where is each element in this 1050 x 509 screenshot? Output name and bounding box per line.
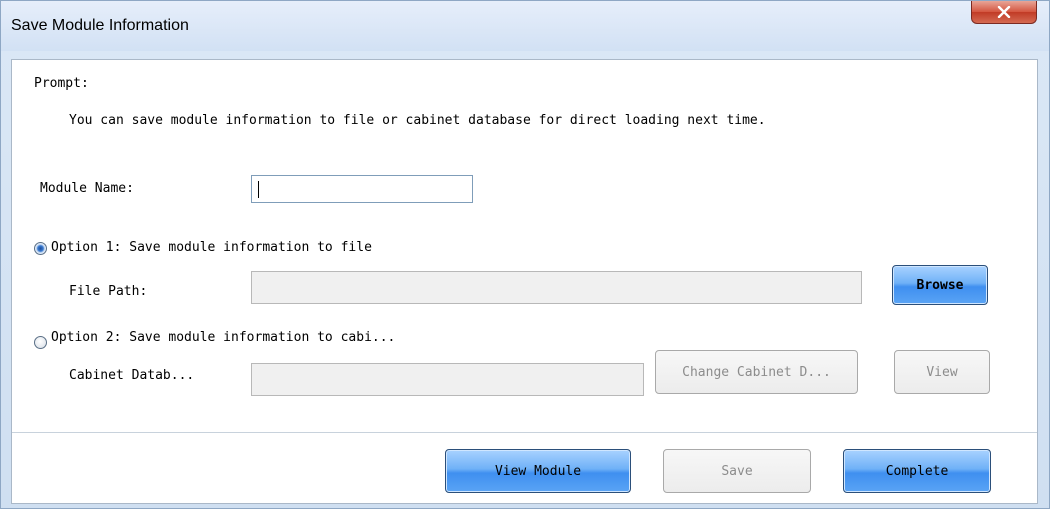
save-button[interactable]: Save	[663, 449, 811, 493]
dialog-content: Prompt: You can save module information …	[11, 59, 1038, 504]
option1-radio[interactable]	[34, 242, 47, 255]
complete-button[interactable]: Complete	[843, 449, 991, 493]
title-bar[interactable]: Save Module Information	[1, 1, 1049, 51]
file-path-field[interactable]	[251, 271, 862, 304]
prompt-text: You can save module information to file …	[69, 113, 766, 128]
text-caret	[258, 181, 259, 198]
save-module-dialog: Save Module Information Prompt: You can …	[0, 0, 1050, 509]
cabinet-database-field[interactable]	[251, 363, 644, 396]
browse-button[interactable]: Browse	[892, 265, 988, 305]
prompt-label: Prompt:	[34, 76, 89, 91]
module-name-label: Module Name:	[40, 181, 134, 196]
option1-label[interactable]: Option 1: Save module information to fil…	[51, 240, 372, 255]
window-title: Save Module Information	[11, 17, 189, 34]
view-module-button[interactable]: View Module	[445, 449, 631, 493]
change-cabinet-database-button[interactable]: Change Cabinet D...	[655, 350, 858, 394]
option2-label[interactable]: Option 2: Save module information to cab…	[51, 330, 395, 345]
footer-divider	[12, 432, 1037, 433]
cabinet-database-label: Cabinet Datab...	[69, 368, 195, 383]
view-cabinet-button[interactable]: View	[894, 350, 990, 394]
close-button[interactable]	[971, 1, 1037, 24]
module-name-input[interactable]	[251, 175, 473, 203]
option2-radio[interactable]	[34, 336, 47, 349]
file-path-label: File Path:	[69, 284, 148, 299]
close-icon	[997, 6, 1011, 18]
